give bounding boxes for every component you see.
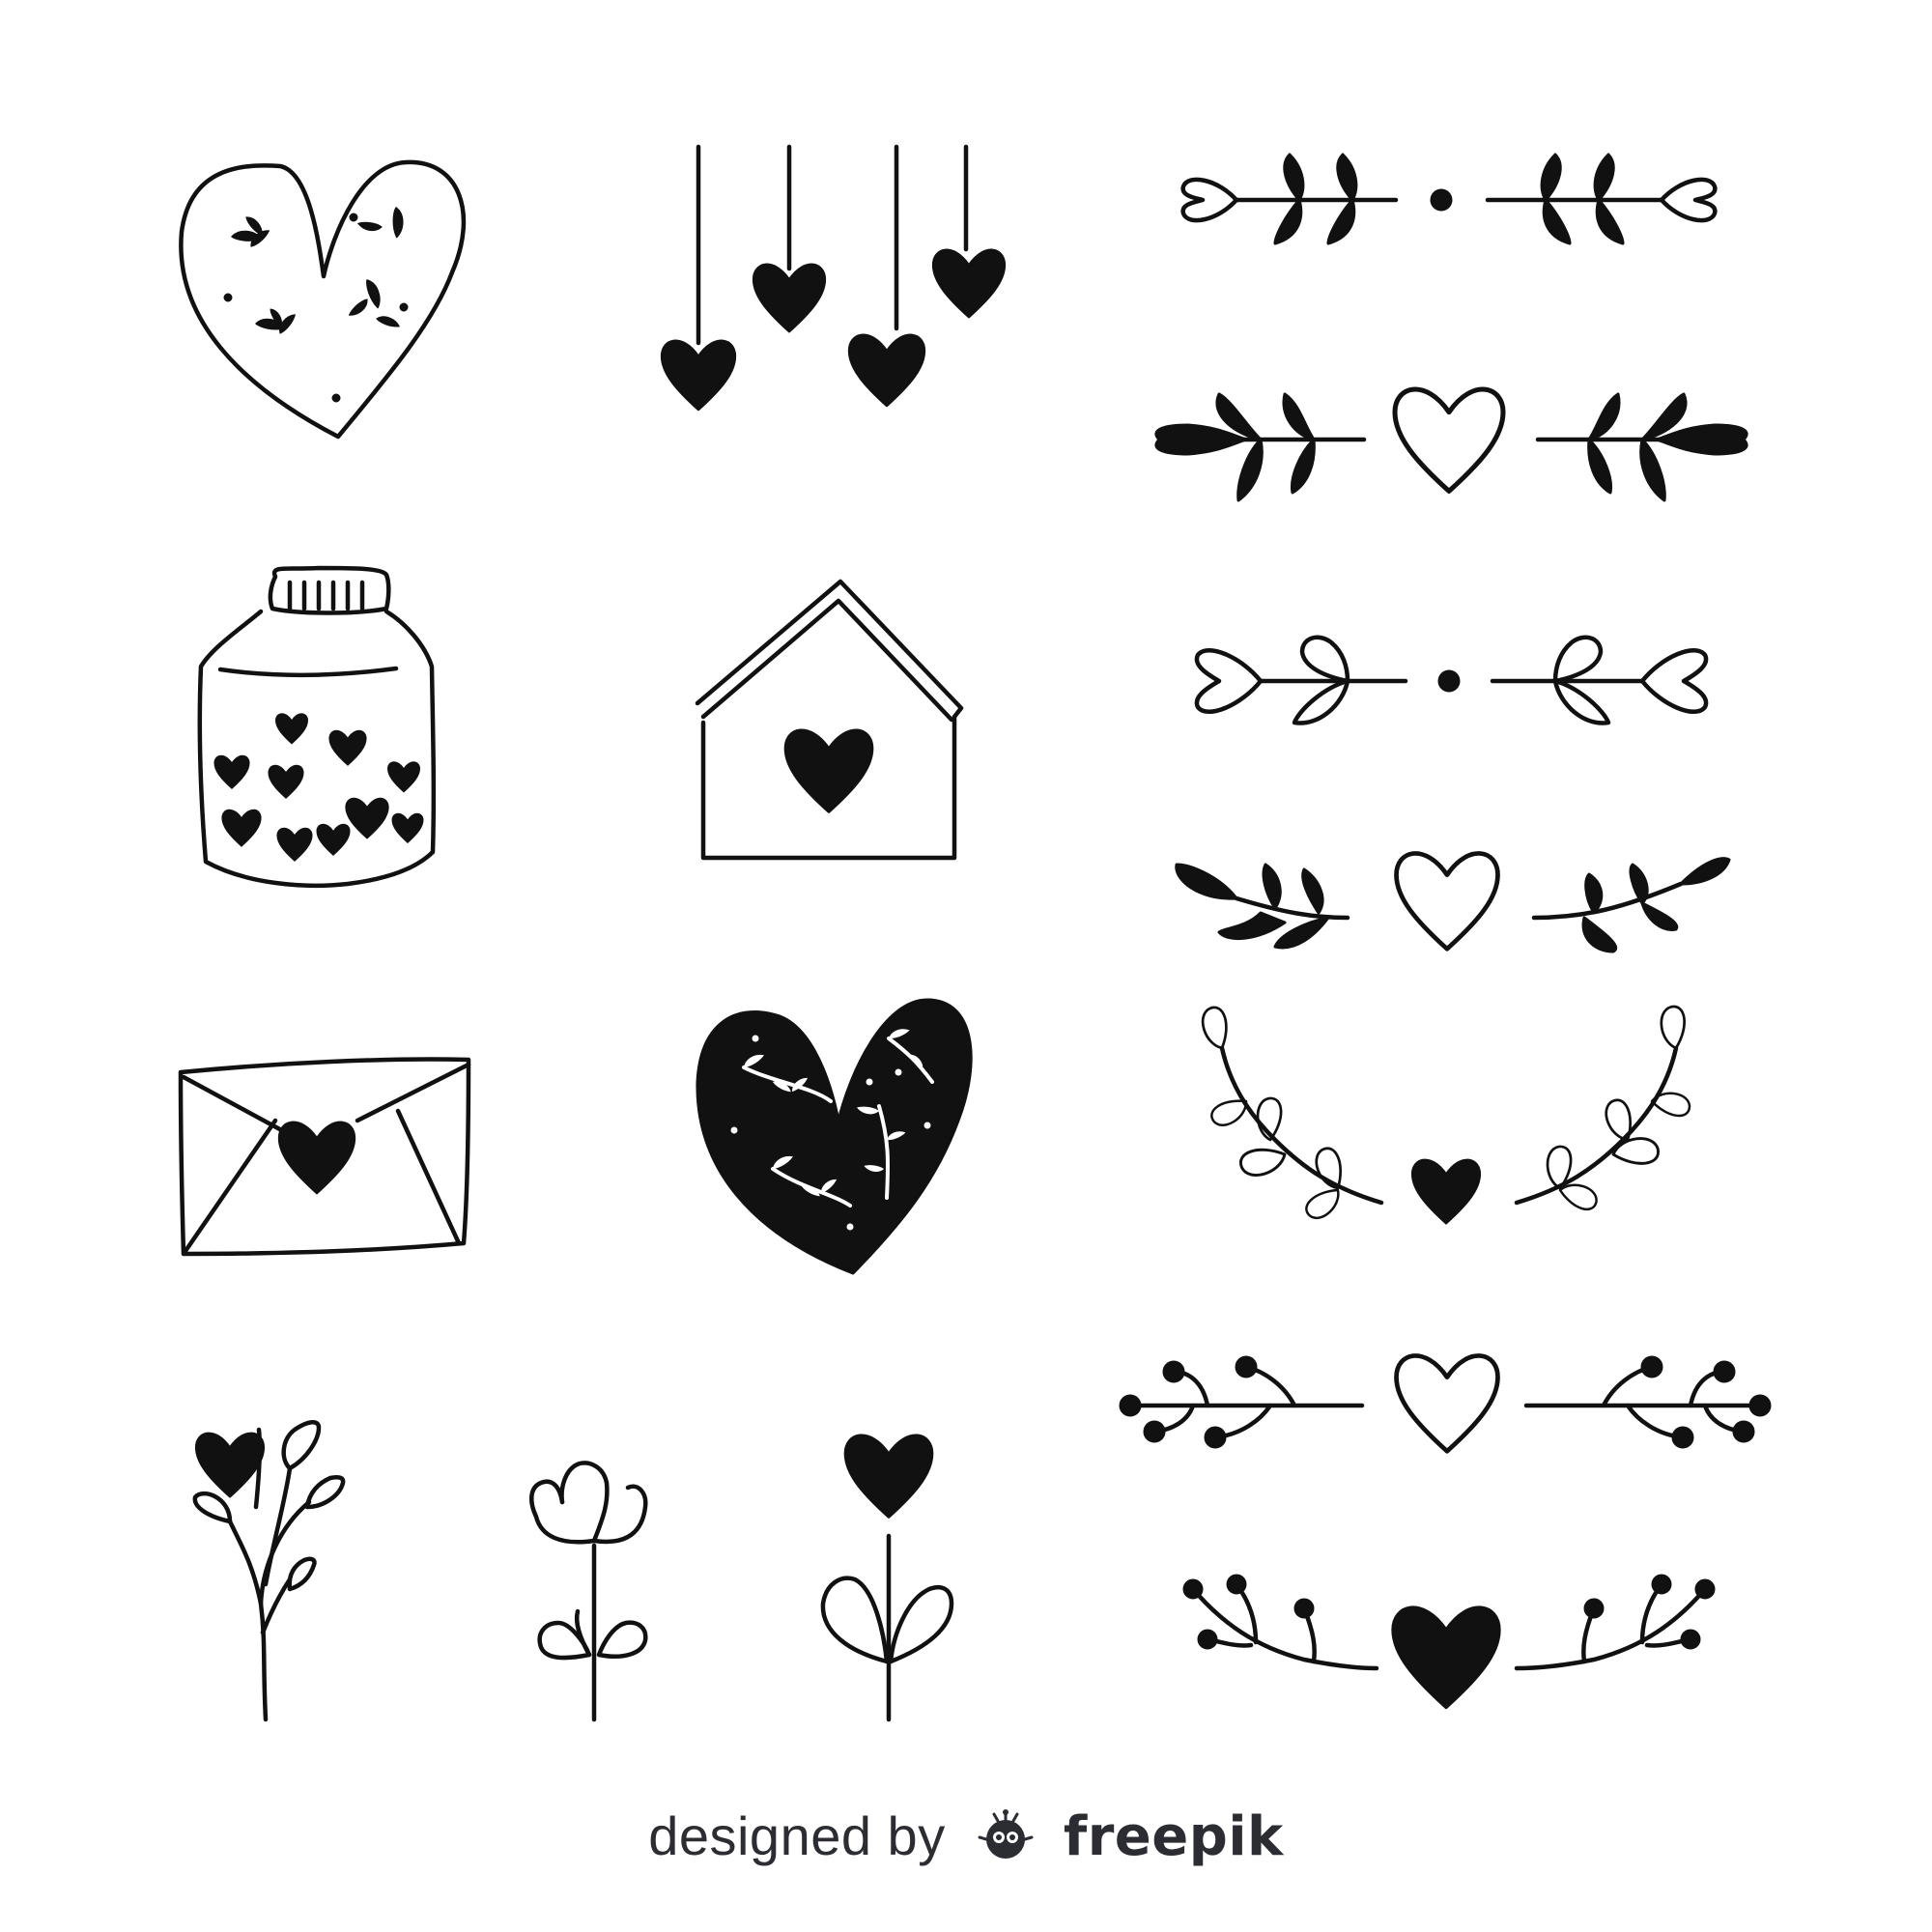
hanging-hearts xyxy=(660,144,1007,412)
envelope-with-heart xyxy=(178,1057,471,1257)
ornament-canvas xyxy=(178,144,1772,1722)
divider-4 xyxy=(1175,853,1731,953)
heart-leaf-dividers xyxy=(1119,153,1772,1710)
credit-prefix: designed by xyxy=(648,1805,946,1866)
decorated-heart-outline xyxy=(179,159,467,440)
divider-1 xyxy=(1180,153,1718,245)
decorated-heart-filled xyxy=(696,998,973,1275)
house-with-heart xyxy=(695,579,964,861)
heart-flower-sprig xyxy=(192,1420,346,1722)
freepik-logo-icon xyxy=(978,1809,1034,1859)
divider-6 xyxy=(1119,1355,1772,1451)
divider-3 xyxy=(1194,635,1709,725)
attribution-credit: designed by freepik xyxy=(0,1804,1932,1868)
divider-2 xyxy=(1154,389,1748,502)
heart-flower xyxy=(820,1434,954,1722)
divider-5 xyxy=(1200,1004,1694,1225)
divider-7 xyxy=(1182,1574,1716,1710)
credit-brand: freepik xyxy=(1063,1805,1284,1868)
tulip-flower xyxy=(529,1461,648,1722)
heart-jar xyxy=(197,565,437,889)
